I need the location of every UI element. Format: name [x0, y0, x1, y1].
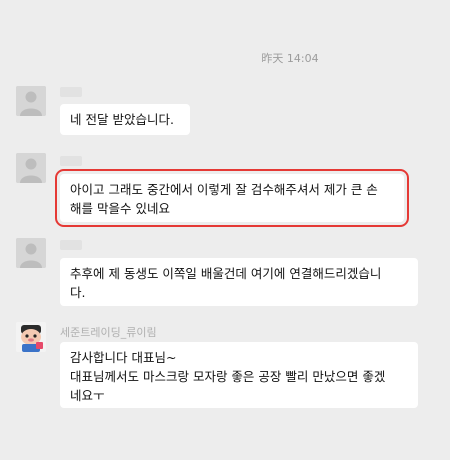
message-line: 네요ㅜ — [70, 388, 105, 403]
sender-name — [60, 156, 82, 166]
chat-timestamp: 昨天 14:04 — [261, 52, 319, 65]
message-line: 네 전달 받았습니다. — [70, 112, 174, 127]
message-line: 다. — [70, 285, 86, 300]
sender-name — [60, 87, 82, 97]
avatar[interactable] — [16, 238, 46, 268]
message-line: 감사합니다 대표님~ — [70, 350, 177, 365]
avatar[interactable] — [16, 86, 46, 116]
default-avatar-icon — [16, 238, 46, 268]
default-avatar-icon — [16, 86, 46, 116]
message-bubble[interactable]: 추후에 제 동생도 이쪽일 배울건데 여기에 연결해드리겠습니 다. — [60, 258, 418, 306]
message-line: 대표님께서도 마스크랑 모자랑 좋은 공장 빨리 만났으면 좋겠 — [70, 369, 386, 384]
message-bubble-highlighted[interactable]: 아이고 그래도 중간에서 이렇게 잘 검수해주셔서 제가 큰 손 해를 막을수 … — [55, 169, 409, 227]
message-bubble[interactable]: 네 전달 받았습니다. — [60, 104, 190, 135]
character-avatar-icon — [16, 322, 46, 352]
avatar[interactable] — [16, 153, 46, 183]
avatar[interactable] — [16, 322, 46, 352]
sender-name: 세준트레이딩_류이림 — [60, 326, 157, 339]
message-line: 아이고 그래도 중간에서 이렇게 잘 검수해주셔서 제가 큰 손 — [70, 182, 378, 197]
message-line: 추후에 제 동생도 이쪽일 배울건데 여기에 연결해드리겠습니 — [70, 266, 382, 281]
message-bubble[interactable]: 감사합니다 대표님~ 대표님께서도 마스크랑 모자랑 좋은 공장 빨리 만났으면… — [60, 342, 418, 408]
sender-name — [60, 240, 82, 250]
message-line: 해를 막을수 있네요 — [70, 201, 170, 216]
default-avatar-icon — [16, 153, 46, 183]
